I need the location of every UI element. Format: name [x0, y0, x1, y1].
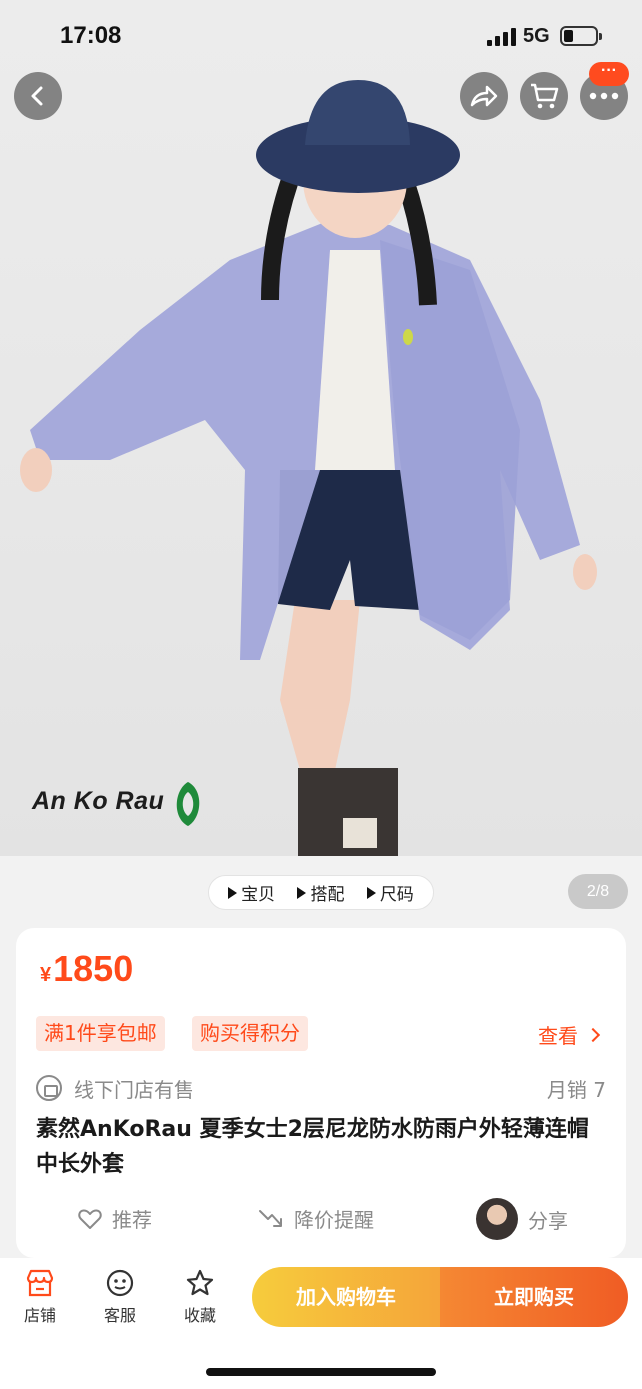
brand-watermark: An Ko Rau: [32, 787, 165, 815]
cart-top-button[interactable]: [520, 72, 568, 120]
bottom-action-bar: 店铺 客服 收藏 加入购物车 立即购买: [0, 1258, 642, 1389]
media-tab-size[interactable]: 尺码: [366, 880, 414, 905]
nav-customer-service[interactable]: 客服: [92, 1268, 148, 1326]
play-icon: [228, 886, 238, 899]
shopping-bag-icon: [36, 1075, 62, 1101]
price-alert-button[interactable]: 降价提醒: [258, 1204, 374, 1233]
media-tab-match[interactable]: 搭配: [297, 880, 344, 905]
store-icon: [26, 1269, 54, 1297]
points-tag: 购买得积分: [192, 1016, 308, 1051]
free-shipping-tag: 满1件享包邮: [36, 1016, 165, 1051]
cart-icon: [531, 83, 559, 109]
product-actions: 推荐 降价提醒 分享: [16, 1194, 626, 1244]
more-dots-icon: [589, 92, 619, 100]
star-icon: [186, 1269, 214, 1296]
chevron-left-icon: [31, 86, 43, 106]
product-title: 素然AnKoRau 夏季女士2层尼龙防水防雨户外轻薄连帽中长外套: [36, 1117, 589, 1177]
chat-face-icon: [106, 1269, 134, 1297]
nav-store[interactable]: 店铺: [12, 1268, 68, 1326]
chevron-right-icon: [585, 1027, 601, 1042]
product-photo: [20, 80, 597, 856]
currency-symbol: ¥: [40, 964, 52, 986]
share-top-button[interactable]: [460, 72, 508, 120]
product-image-gallery[interactable]: [0, 0, 642, 856]
play-icon: [366, 886, 376, 899]
offline-store-note: 线下门店有售: [74, 1077, 194, 1102]
product-info-card: ¥1850 满1件享包邮 购买得积分 查看 线下门店有售 月销 7 素然AnKo…: [16, 928, 626, 1258]
price: ¥1850: [40, 948, 133, 990]
avatar: [476, 1198, 518, 1240]
network-type: 5G: [523, 25, 550, 47]
share-arrow-icon: [470, 85, 498, 107]
heart-icon: [78, 1208, 102, 1229]
price-amount: 1850: [53, 948, 134, 989]
store-availability-row: 线下门店有售 月销 7: [36, 1074, 606, 1102]
brand-logo-icon: [176, 782, 200, 826]
image-page-indicator: 2/8: [568, 874, 628, 909]
view-promotions-link[interactable]: 查看: [538, 1020, 601, 1049]
status-time: 17:08: [60, 22, 122, 49]
media-tab-item[interactable]: 宝贝: [228, 880, 275, 905]
message-badge: ···: [589, 62, 629, 86]
share-button[interactable]: 分享: [476, 1198, 568, 1240]
add-to-cart-button[interactable]: 加入购物车: [252, 1267, 440, 1327]
status-bar: 17:08 5G: [0, 0, 642, 70]
battery-icon: [560, 26, 602, 46]
play-icon: [297, 886, 307, 899]
home-indicator[interactable]: [206, 1368, 436, 1376]
media-tabs: 宝贝 搭配 尺码: [208, 875, 434, 910]
trend-down-icon: [259, 1209, 282, 1227]
monthly-sales: 月销 7: [546, 1077, 606, 1102]
nav-favorite[interactable]: 收藏: [172, 1268, 228, 1326]
back-button[interactable]: [14, 72, 62, 120]
signal-icon: [487, 28, 516, 46]
recommend-button[interactable]: 推荐: [78, 1204, 152, 1233]
buy-now-button[interactable]: 立即购买: [440, 1267, 628, 1327]
